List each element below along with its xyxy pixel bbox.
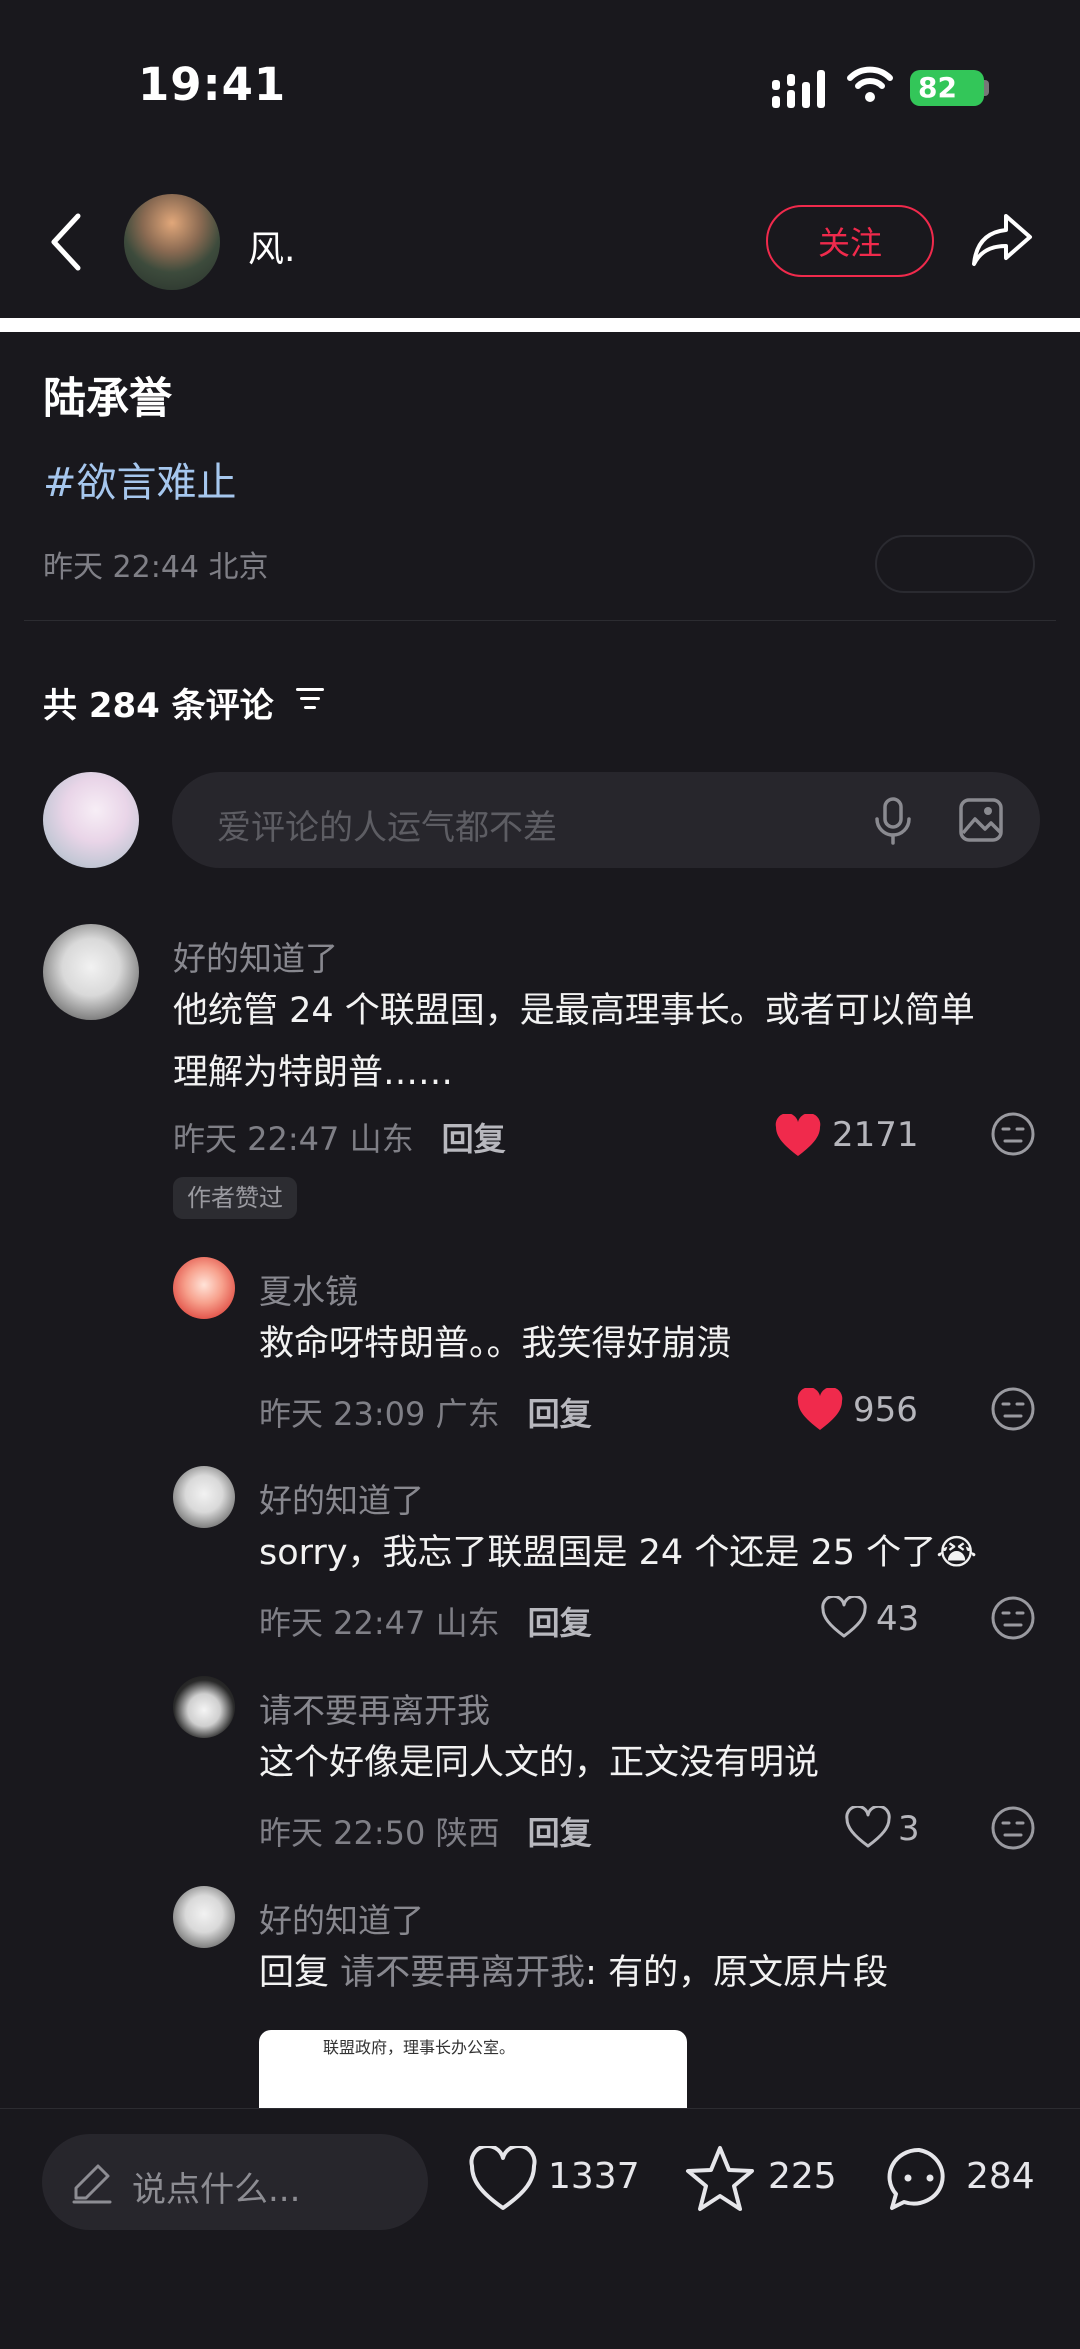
- post-like-count: 1337: [548, 2156, 640, 2197]
- comment-image[interactable]: 联盟政府，理事长办公室。: [259, 2030, 687, 2120]
- comment-bubble-icon[interactable]: [886, 2146, 952, 2212]
- reply-prefix: 回复: [259, 1953, 330, 1993]
- comment-text: : 有的，原文原片段: [585, 1953, 889, 1993]
- comment-text-line-1: 他统管 24 个联盟国，是最高理事长。或者可以简单: [173, 991, 975, 1031]
- post-meta: 昨天 22:44 北京: [43, 550, 269, 585]
- say-something-placeholder: 说点什么...: [132, 2170, 301, 2210]
- comment-meta: 昨天 22:50 陕西: [259, 1814, 500, 1852]
- reply-button[interactable]: 回复: [528, 1814, 592, 1852]
- reply-button[interactable]: 回复: [442, 1120, 506, 1158]
- content-divider-band: [0, 318, 1080, 332]
- follow-button[interactable]: 关注: [766, 205, 934, 277]
- comment-text-line-2: 理解为特朗普……: [173, 1053, 454, 1093]
- like-count: 956: [853, 1390, 918, 1430]
- comment-meta-row: 昨天 22:47 山东 回复: [259, 1598, 592, 1644]
- reply-target-name[interactable]: 请不要再离开我: [340, 1953, 585, 1993]
- dislike-face-icon[interactable]: [990, 1805, 1036, 1851]
- like-outline-icon[interactable]: [468, 2146, 538, 2212]
- wifi-icon: [847, 66, 893, 102]
- commenter-avatar[interactable]: [173, 1676, 235, 1738]
- post-title: 陆承誉: [43, 374, 172, 424]
- my-avatar: [43, 772, 139, 868]
- dislike-face-icon[interactable]: [990, 1386, 1036, 1432]
- heart-outline-icon[interactable]: [844, 1806, 892, 1850]
- commenter-avatar[interactable]: [173, 1886, 235, 1948]
- heart-filled-icon[interactable]: [796, 1388, 844, 1432]
- comment-meta: 昨天 22:47 山东: [173, 1120, 414, 1158]
- comment-text: 救命呀特朗普。。我笑得好崩溃: [259, 1324, 732, 1364]
- crying-emoji: 😭: [936, 1533, 978, 1573]
- heart-outline-icon[interactable]: [820, 1596, 868, 1640]
- like-count: 43: [876, 1599, 920, 1639]
- comment-image-caption: 联盟政府，理事长办公室。: [323, 2038, 516, 2057]
- dislike-face-icon[interactable]: [990, 1111, 1036, 1157]
- back-arrow-icon[interactable]: [48, 212, 84, 272]
- comment-meta: 昨天 22:47 山东: [259, 1604, 500, 1642]
- faint-pill-button[interactable]: [875, 535, 1035, 593]
- commenter-name[interactable]: 好的知道了: [173, 932, 338, 980]
- like-count: 2171: [832, 1115, 919, 1155]
- like-count: 3: [898, 1809, 920, 1849]
- author-avatar[interactable]: [124, 194, 220, 290]
- favorite-count: 225: [768, 2156, 837, 2197]
- microphone-icon[interactable]: [872, 797, 914, 845]
- comments-count: 284: [966, 2156, 1035, 2197]
- status-time: 19:41: [138, 58, 287, 111]
- comment-input-placeholder: 爱评论的人运气都不差: [217, 808, 557, 848]
- commenter-avatar[interactable]: [173, 1466, 235, 1528]
- divider: [24, 620, 1056, 621]
- dislike-face-icon[interactable]: [990, 1595, 1036, 1641]
- comment-meta: 昨天 23:09 广东: [259, 1395, 500, 1433]
- author-name[interactable]: 风.: [248, 220, 295, 272]
- image-icon[interactable]: [958, 797, 1004, 843]
- star-outline-icon[interactable]: [684, 2144, 756, 2214]
- share-icon[interactable]: [970, 210, 1034, 268]
- pencil-icon: [72, 2164, 112, 2204]
- comment-count: 共 284 条评论: [43, 686, 274, 726]
- commenter-name[interactable]: 好的知道了: [259, 1894, 424, 1942]
- cellular-signal-icon: [772, 70, 825, 108]
- commenter-avatar[interactable]: [43, 924, 139, 1020]
- comment-meta-row: 昨天 23:09 广东 回复: [259, 1389, 592, 1435]
- comment-text: sorry，我忘了联盟国是 24 个还是 25 个了: [259, 1533, 937, 1573]
- commenter-name[interactable]: 夏水镜: [259, 1265, 358, 1313]
- sort-filter-icon[interactable]: [296, 684, 326, 712]
- battery-tip: [984, 80, 989, 96]
- comment-text-row: 回复 请不要再离开我: 有的，原文原片段: [259, 1942, 888, 2004]
- reply-button[interactable]: 回复: [528, 1604, 592, 1642]
- heart-filled-icon[interactable]: [774, 1114, 822, 1158]
- comment-meta-row: 昨天 22:50 陕西 回复: [259, 1808, 592, 1854]
- battery-indicator: 82: [910, 70, 984, 106]
- post-hashtag[interactable]: #欲言难止: [43, 450, 237, 508]
- comment-meta-row: 昨天 22:47 山东 回复: [173, 1114, 506, 1160]
- reply-button[interactable]: 回复: [528, 1395, 592, 1433]
- commenter-avatar[interactable]: [173, 1257, 235, 1319]
- commenter-name[interactable]: 好的知道了: [259, 1474, 424, 1522]
- commenter-name[interactable]: 请不要再离开我: [259, 1684, 490, 1732]
- comment-text-row: sorry，我忘了联盟国是 24 个还是 25 个了😭: [259, 1522, 977, 1584]
- author-liked-badge: 作者赞过: [173, 1177, 297, 1219]
- comment-text: 这个好像是同人文的，正文没有明说: [259, 1743, 820, 1783]
